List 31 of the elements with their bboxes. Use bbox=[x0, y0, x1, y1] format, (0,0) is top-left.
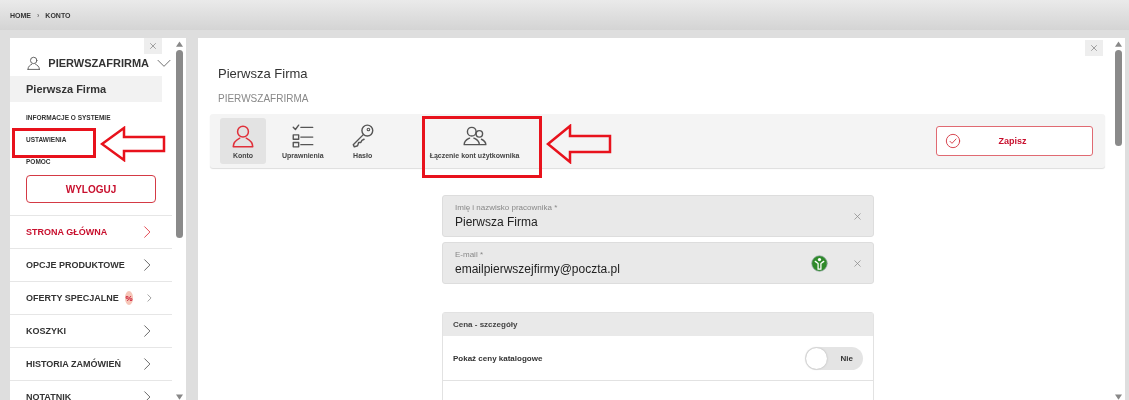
input-field[interactable]: E-mail * emailpierwszejfirmy@poczta.pl bbox=[442, 242, 874, 284]
scroll-thumb[interactable] bbox=[1114, 50, 1122, 146]
percent-badge: % bbox=[124, 291, 134, 305]
close-icon bbox=[1089, 43, 1099, 53]
arrow-drawing bbox=[546, 124, 612, 164]
scroll-up-icon[interactable] bbox=[175, 41, 183, 47]
logout-button[interactable]: WYLOGUJ bbox=[26, 175, 156, 203]
toggle-switch[interactable]: Nie bbox=[805, 346, 863, 370]
clear-button[interactable] bbox=[852, 210, 863, 222]
scroll-up-icon[interactable] bbox=[1114, 41, 1122, 47]
close-button[interactable] bbox=[144, 38, 162, 54]
close-icon bbox=[852, 257, 863, 269]
username: PIERWSZAFRIRMA bbox=[48, 57, 149, 69]
company-name: Pierwsza Firma bbox=[10, 76, 162, 102]
arrow-drawing bbox=[100, 126, 166, 162]
setting-label: Pokaż ceny katalogowe bbox=[453, 353, 543, 363]
user-icon bbox=[230, 123, 256, 149]
clear-button[interactable] bbox=[852, 257, 863, 269]
page-title: Pierwsza Firma bbox=[218, 66, 309, 81]
close-button[interactable] bbox=[1085, 40, 1103, 56]
chevron-right-icon bbox=[145, 291, 154, 305]
check-circle-icon bbox=[945, 133, 961, 149]
scroll-down-icon[interactable] bbox=[175, 394, 183, 400]
close-icon bbox=[852, 210, 863, 222]
login-name: PIERWSZAFRIRMA bbox=[218, 93, 310, 104]
scroll-down-icon[interactable] bbox=[1114, 394, 1122, 400]
user-icon bbox=[26, 54, 42, 72]
section-title: Cena - szczegóły bbox=[443, 313, 873, 336]
save-button[interactable]: Zapisz bbox=[936, 126, 1093, 156]
close-icon bbox=[148, 41, 158, 51]
scroll-thumb[interactable] bbox=[175, 50, 183, 238]
